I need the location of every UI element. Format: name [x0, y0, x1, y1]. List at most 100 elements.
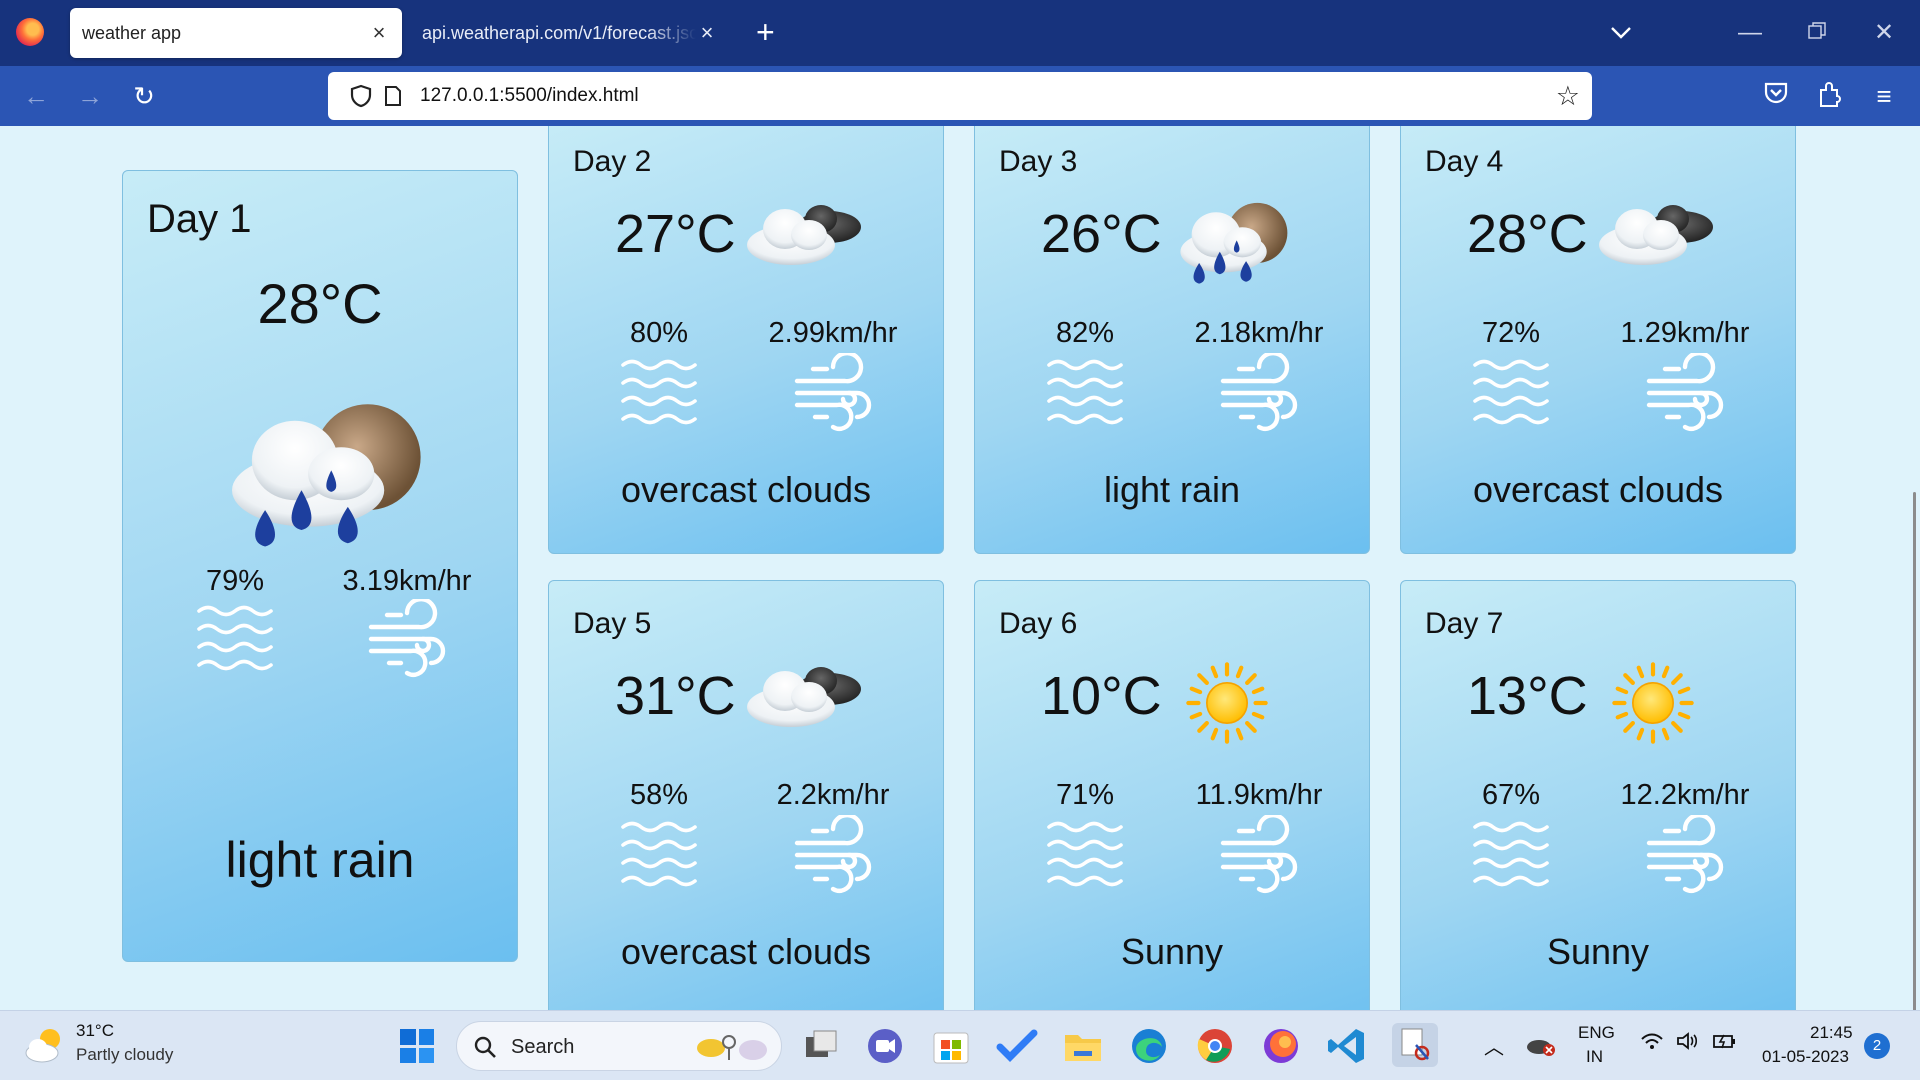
- page-content[interactable]: Day 1 28°C 79% 3.19km/hr light rain Day …: [0, 126, 1920, 1010]
- humidity-waves-icon: [1045, 815, 1125, 895]
- volume-icon[interactable]: [1676, 1031, 1700, 1056]
- microsoft-store-icon[interactable]: [930, 1025, 972, 1067]
- wind-speed-value: 2.99km/hr: [768, 317, 898, 349]
- wind-icon: [793, 815, 873, 895]
- sun-icon: [1611, 661, 1695, 745]
- weather-card-day-2: Day 2 27°C 80% 2.99km/hr overcast clouds: [548, 126, 944, 554]
- url-text: 127.0.0.1:5500/index.html: [420, 85, 639, 106]
- url-bar[interactable]: 127.0.0.1:5500/index.html ☆: [328, 72, 1592, 120]
- weather-card-day-7: Day 7 13°C 67% 12.2km/hr Sunny: [1400, 580, 1796, 1010]
- task-view-icon[interactable]: [800, 1025, 842, 1067]
- page-info-icon[interactable]: [384, 85, 402, 112]
- firefox-logo-icon[interactable]: [16, 18, 44, 46]
- close-tab-icon[interactable]: ×: [368, 22, 390, 44]
- tab-weather-api[interactable]: api.weatherapi.com/v1/forecast.json ×: [410, 8, 730, 58]
- temperature: 31°C: [615, 666, 736, 726]
- notification-count-badge[interactable]: 2: [1864, 1033, 1890, 1059]
- edge-browser-icon[interactable]: [1128, 1025, 1170, 1067]
- humidity-value: 80%: [629, 317, 689, 349]
- firefox-taskbar-icon[interactable]: [1260, 1025, 1302, 1067]
- humidity-waves-icon: [1471, 353, 1551, 433]
- menu-hamburger-icon[interactable]: ≡: [1868, 80, 1900, 112]
- list-all-tabs-icon[interactable]: [1610, 18, 1632, 48]
- overcast-cloud-icon: [741, 659, 871, 739]
- humidity-value: 67%: [1481, 779, 1541, 811]
- page-scrollbar-thumb[interactable]: [1913, 492, 1916, 1010]
- chrome-browser-icon[interactable]: [1194, 1025, 1236, 1067]
- day-label: Day 1: [147, 197, 252, 241]
- onedrive-error-icon[interactable]: [1526, 1035, 1556, 1057]
- wifi-icon[interactable]: [1640, 1031, 1664, 1056]
- rain-cloud-sun-icon: [215, 391, 431, 573]
- humidity-value: 79%: [205, 565, 265, 597]
- humidity-value: 58%: [629, 779, 689, 811]
- search-highlight-icon: [697, 1035, 767, 1060]
- humidity-value: 82%: [1055, 317, 1115, 349]
- temperature: 10°C: [1041, 666, 1162, 726]
- day-label: Day 5: [573, 607, 652, 640]
- weather-card-day-4: Day 4 28°C 72% 1.29km/hr overcast clouds: [1400, 126, 1796, 554]
- file-explorer-icon[interactable]: [1062, 1025, 1104, 1067]
- show-hidden-icons-chevron[interactable]: ︿: [1484, 1031, 1504, 1060]
- taskbar-weather-condition[interactable]: Partly cloudy: [76, 1045, 173, 1065]
- humidity-waves-icon: [195, 599, 275, 679]
- temperature: 13°C: [1467, 666, 1588, 726]
- day-label: Day 4: [1425, 145, 1504, 178]
- new-tab-icon[interactable]: +: [756, 16, 775, 48]
- language-indicator[interactable]: ENG: [1578, 1023, 1615, 1043]
- wind-speed-value: 2.2km/hr: [776, 779, 890, 811]
- minimize-icon[interactable]: —: [1738, 18, 1762, 48]
- clock-date[interactable]: 01-05-2023: [1762, 1047, 1849, 1067]
- temperature: 28°C: [257, 272, 383, 335]
- humidity-waves-icon: [1045, 353, 1125, 433]
- wind-speed-value: 11.9km/hr: [1195, 779, 1323, 811]
- wind-icon: [1219, 353, 1299, 433]
- wind-icon: [1219, 815, 1299, 895]
- tracking-protection-shield-icon[interactable]: [350, 84, 372, 113]
- partly-cloudy-icon[interactable]: [24, 1025, 68, 1065]
- wind-speed-value: 3.19km/hr: [342, 565, 472, 597]
- battery-charging-icon[interactable]: [1712, 1031, 1738, 1056]
- close-window-icon[interactable]: ✕: [1874, 18, 1894, 48]
- restore-icon[interactable]: [1808, 18, 1826, 48]
- taskbar-weather-temp[interactable]: 31°C: [76, 1021, 114, 1041]
- forward-arrow-icon[interactable]: →: [74, 80, 106, 112]
- back-arrow-icon[interactable]: ←: [20, 80, 52, 112]
- snipping-tool-icon[interactable]: [1392, 1023, 1438, 1067]
- close-tab-icon[interactable]: ×: [696, 22, 718, 44]
- browser-tab-bar: weather app × api.weatherapi.com/v1/fore…: [0, 0, 1920, 66]
- todo-check-icon[interactable]: [996, 1025, 1038, 1067]
- vscode-icon[interactable]: [1326, 1025, 1368, 1067]
- region-indicator[interactable]: IN: [1586, 1047, 1603, 1067]
- tab-weather-app[interactable]: weather app ×: [70, 8, 402, 58]
- weather-card-day-5: Day 5 31°C 58% 2.2km/hr overcast clouds: [548, 580, 944, 1010]
- bookmark-star-icon[interactable]: ☆: [1556, 80, 1580, 112]
- wind-icon: [1645, 815, 1725, 895]
- weather-card-day-6: Day 6 10°C 71% 11.9km/hr Sunny: [974, 580, 1370, 1010]
- clock-time[interactable]: 21:45: [1810, 1023, 1853, 1043]
- wind-speed-value: 12.2km/hr: [1620, 779, 1750, 811]
- wind-icon: [367, 599, 447, 679]
- overcast-cloud-icon: [1593, 197, 1723, 277]
- day-label: Day 6: [999, 607, 1078, 640]
- condition-text: overcast clouds: [620, 469, 872, 510]
- humidity-value: 72%: [1481, 317, 1541, 349]
- weather-card-day-3: Day 3 26°C 82% 2.18km/hr light rain: [974, 126, 1370, 554]
- reload-icon[interactable]: ↻: [128, 80, 160, 112]
- teams-chat-icon[interactable]: [864, 1025, 906, 1067]
- search-icon: [474, 1036, 496, 1058]
- condition-text: light rain: [225, 832, 415, 888]
- condition-text: light rain: [1103, 469, 1241, 510]
- condition-text: overcast clouds: [1472, 469, 1724, 510]
- tab-title: weather app: [82, 22, 182, 43]
- temperature: 26°C: [1041, 204, 1162, 264]
- start-windows-icon[interactable]: [400, 1029, 434, 1063]
- taskbar-search-box[interactable]: Search: [456, 1021, 782, 1071]
- day-label: Day 2: [573, 145, 652, 178]
- pocket-icon[interactable]: [1760, 80, 1792, 112]
- extensions-icon[interactable]: [1814, 80, 1846, 112]
- overcast-cloud-icon: [741, 197, 871, 277]
- tab-title: api.weatherapi.com/v1/forecast.json: [422, 22, 696, 43]
- temperature: 27°C: [615, 204, 736, 264]
- condition-text: Sunny: [1120, 931, 1224, 972]
